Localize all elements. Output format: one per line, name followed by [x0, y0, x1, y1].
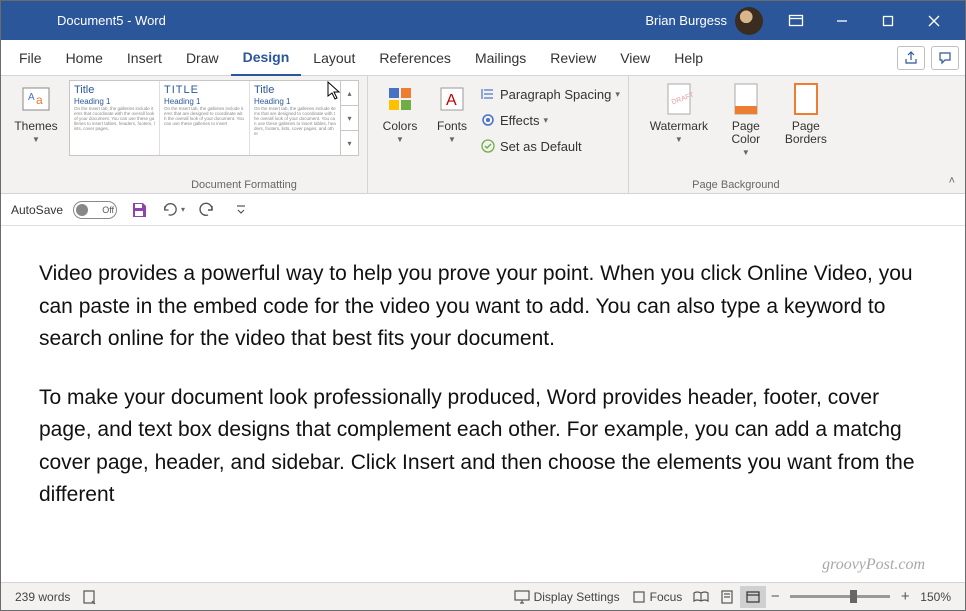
ribbon-display-options-button[interactable]	[773, 5, 819, 37]
zoom-in-button[interactable]: +	[896, 588, 914, 605]
tab-file[interactable]: File	[7, 40, 54, 76]
title-bar: Document5 - Word Brian Burgess	[1, 1, 965, 40]
user-avatar[interactable]	[735, 7, 763, 35]
autosave-label: AutoSave	[11, 203, 63, 217]
read-mode-button[interactable]	[688, 586, 714, 608]
quick-access-toolbar: AutoSave Off ▾	[1, 194, 965, 226]
tab-layout[interactable]: Layout	[301, 40, 367, 76]
ribbon: Aa Themes ▼ Title Heading 1 On the Inser…	[1, 76, 965, 194]
tab-insert[interactable]: Insert	[115, 40, 174, 76]
close-button[interactable]	[911, 5, 957, 37]
zoom-slider[interactable]	[790, 595, 890, 598]
tab-references[interactable]: References	[367, 40, 463, 76]
themes-button[interactable]: Aa Themes ▼	[9, 80, 63, 144]
svg-text:a: a	[36, 93, 43, 107]
chevron-down-icon: ▾	[615, 89, 620, 100]
watermark-text: groovyPost.com	[822, 556, 925, 574]
share-button[interactable]	[897, 46, 925, 70]
customize-qat-button[interactable]	[229, 198, 253, 222]
themes-icon: Aa	[19, 82, 53, 116]
chevron-down-icon: ▾	[544, 115, 549, 126]
fonts-button[interactable]: A Fonts ▼	[430, 80, 474, 144]
group-label: Document Formatting	[9, 177, 359, 191]
gallery-scroll-down[interactable]: ▾	[341, 106, 358, 131]
tab-review[interactable]: Review	[538, 40, 608, 76]
watermark-icon: DRAFT	[662, 82, 696, 116]
menu-bar: File Home Insert Draw Design Layout Refe…	[1, 40, 965, 76]
zoom-level[interactable]: 150%	[914, 590, 957, 604]
zoom-out-button[interactable]: −	[766, 588, 784, 605]
chevron-down-icon: ▼	[32, 135, 40, 144]
paragraph: Video provides a powerful way to help yo…	[39, 258, 927, 356]
style-gallery-item[interactable]: Title Heading 1 On the Insert tab, the g…	[250, 81, 340, 155]
gallery-expand[interactable]: ▾	[341, 131, 358, 155]
chevron-down-icon: ▼	[675, 135, 683, 144]
page-borders-button[interactable]: Page Borders	[777, 80, 835, 146]
gallery-scroll-up[interactable]: ▴	[341, 81, 358, 106]
save-button[interactable]	[127, 198, 151, 222]
watermark-button[interactable]: DRAFT Watermark ▼	[643, 80, 715, 144]
tab-mailings[interactable]: Mailings	[463, 40, 538, 76]
undo-button[interactable]: ▾	[161, 198, 185, 222]
svg-text:A: A	[28, 92, 35, 103]
style-gallery-item[interactable]: TITLE Heading 1 On the Insert tab, the g…	[160, 81, 250, 155]
page-borders-icon	[789, 82, 823, 116]
comments-button[interactable]	[931, 46, 959, 70]
style-gallery-item[interactable]: Title Heading 1 On the Insert tab, the g…	[70, 81, 160, 155]
paragraph-spacing-icon	[480, 87, 496, 101]
colors-icon	[383, 82, 417, 116]
tab-view[interactable]: View	[608, 40, 662, 76]
check-icon	[480, 139, 496, 153]
web-layout-button[interactable]	[740, 586, 766, 608]
spelling-status[interactable]	[76, 589, 104, 605]
set-as-default-button[interactable]: Set as Default	[480, 134, 620, 158]
redo-button[interactable]	[195, 198, 219, 222]
chevron-down-icon: ▼	[396, 135, 404, 144]
page-color-button[interactable]: Page Color ▼	[721, 80, 771, 157]
effects-icon	[480, 113, 496, 127]
autosave-toggle[interactable]: Off	[73, 201, 117, 219]
fonts-icon: A	[435, 82, 469, 116]
tab-home[interactable]: Home	[54, 40, 115, 76]
style-gallery[interactable]: Title Heading 1 On the Insert tab, the g…	[69, 80, 359, 156]
word-count[interactable]: 239 words	[9, 590, 76, 604]
svg-text:A: A	[446, 92, 457, 109]
display-settings-button[interactable]: Display Settings	[508, 590, 626, 604]
print-layout-button[interactable]	[714, 586, 740, 608]
chevron-down-icon: ▾	[181, 205, 185, 214]
group-label: Page Background	[637, 177, 835, 191]
tab-design[interactable]: Design	[231, 40, 302, 76]
document-area[interactable]: Video provides a powerful way to help yo…	[1, 226, 965, 582]
effects-button[interactable]: Effects ▾	[480, 108, 620, 132]
user-name[interactable]: Brian Burgess	[645, 13, 727, 28]
minimize-button[interactable]	[819, 5, 865, 37]
tab-draw[interactable]: Draw	[174, 40, 231, 76]
status-bar: 239 words Display Settings Focus − + 150…	[1, 582, 965, 610]
document-title: Document5 - Word	[57, 13, 166, 28]
paragraph: To make your document look professionall…	[39, 382, 927, 512]
collapse-ribbon-button[interactable]: ˄	[949, 175, 955, 187]
chevron-down-icon: ▼	[448, 135, 456, 144]
colors-button[interactable]: Colors ▼	[376, 80, 424, 144]
tab-help[interactable]: Help	[662, 40, 715, 76]
chevron-down-icon: ▼	[742, 148, 750, 157]
page-color-icon	[729, 82, 763, 116]
paragraph-spacing-button[interactable]: Paragraph Spacing ▾	[480, 82, 620, 106]
maximize-button[interactable]	[865, 5, 911, 37]
focus-button[interactable]: Focus	[626, 590, 689, 604]
